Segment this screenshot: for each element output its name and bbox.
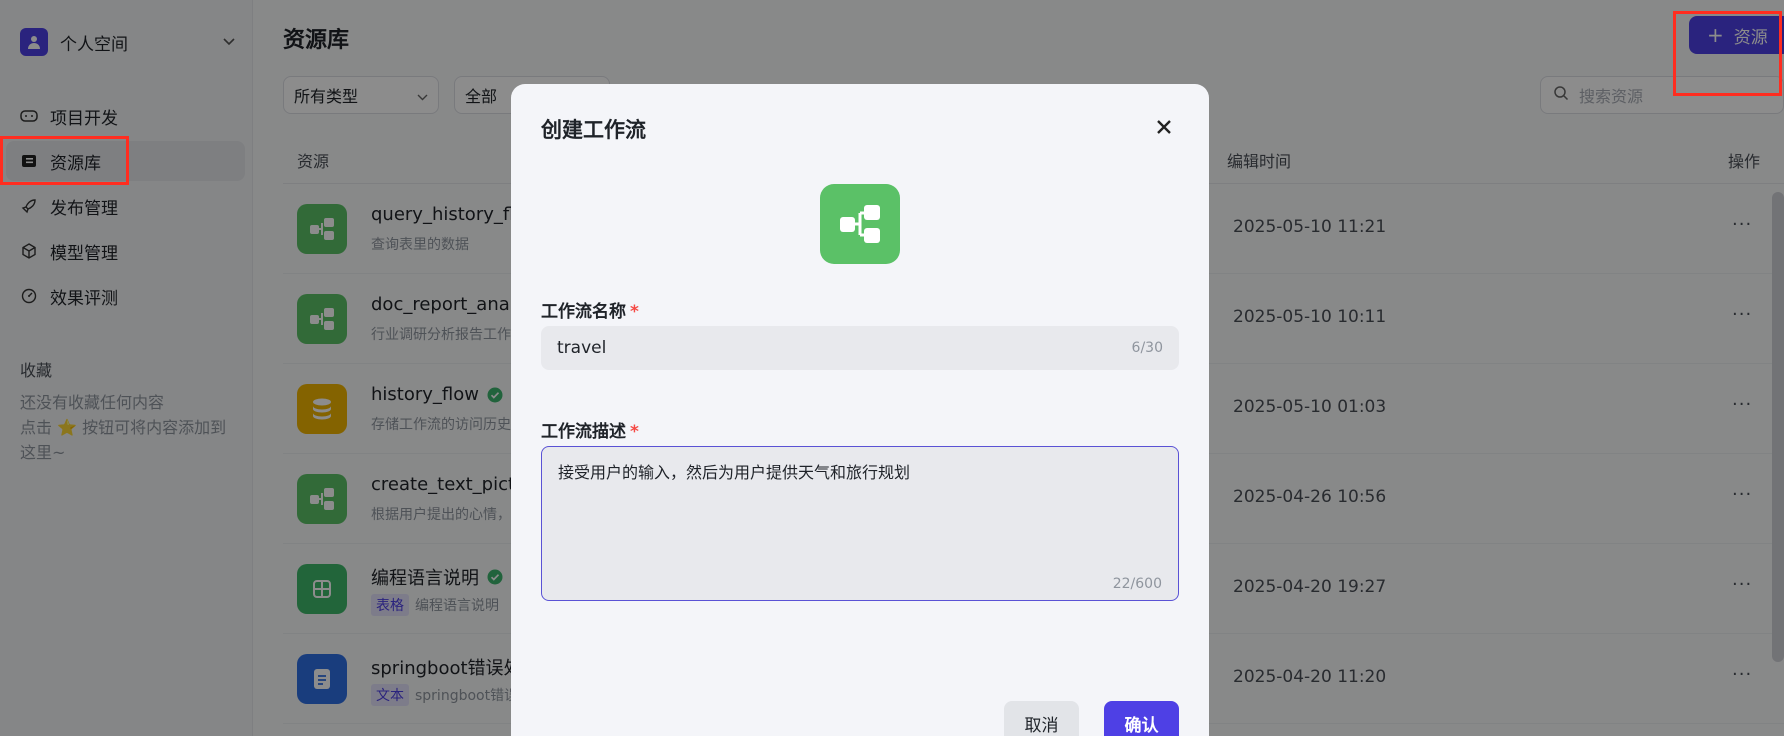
workflow-name-label: 工作流名称 * bbox=[541, 297, 639, 322]
workflow-desc-textarea[interactable]: 接受用户的输入，然后为用户提供天气和旅行规划 22/600 bbox=[541, 446, 1179, 601]
cancel-button[interactable]: 取消 bbox=[1004, 701, 1079, 736]
workflow-name-value: travel bbox=[557, 338, 607, 358]
required-mark: * bbox=[630, 302, 639, 322]
name-char-counter: 6/30 bbox=[1131, 340, 1163, 356]
dialog-title: 创建工作流 bbox=[541, 118, 646, 142]
workflow-desc-value: 接受用户的输入，然后为用户提供天气和旅行规划 bbox=[558, 463, 911, 482]
highlight-box-library bbox=[0, 136, 129, 185]
create-workflow-dialog: 创建工作流 工作流名称 * travel 6/30 工作流描述 * 接受用户的输入，… bbox=[511, 84, 1209, 736]
desc-char-counter: 22/600 bbox=[1112, 576, 1162, 592]
close-icon[interactable] bbox=[1153, 116, 1175, 138]
workflow-name-label-text: 工作流名称 bbox=[541, 302, 626, 322]
workflow-icon[interactable] bbox=[820, 184, 900, 264]
highlight-box-add-resource bbox=[1673, 11, 1782, 96]
confirm-button[interactable]: 确认 bbox=[1104, 701, 1179, 736]
workflow-desc-label-text: 工作流描述 bbox=[541, 422, 626, 442]
workflow-desc-label: 工作流描述 * bbox=[541, 417, 639, 442]
required-mark: * bbox=[630, 422, 639, 442]
workflow-name-input[interactable]: travel 6/30 bbox=[541, 326, 1179, 370]
